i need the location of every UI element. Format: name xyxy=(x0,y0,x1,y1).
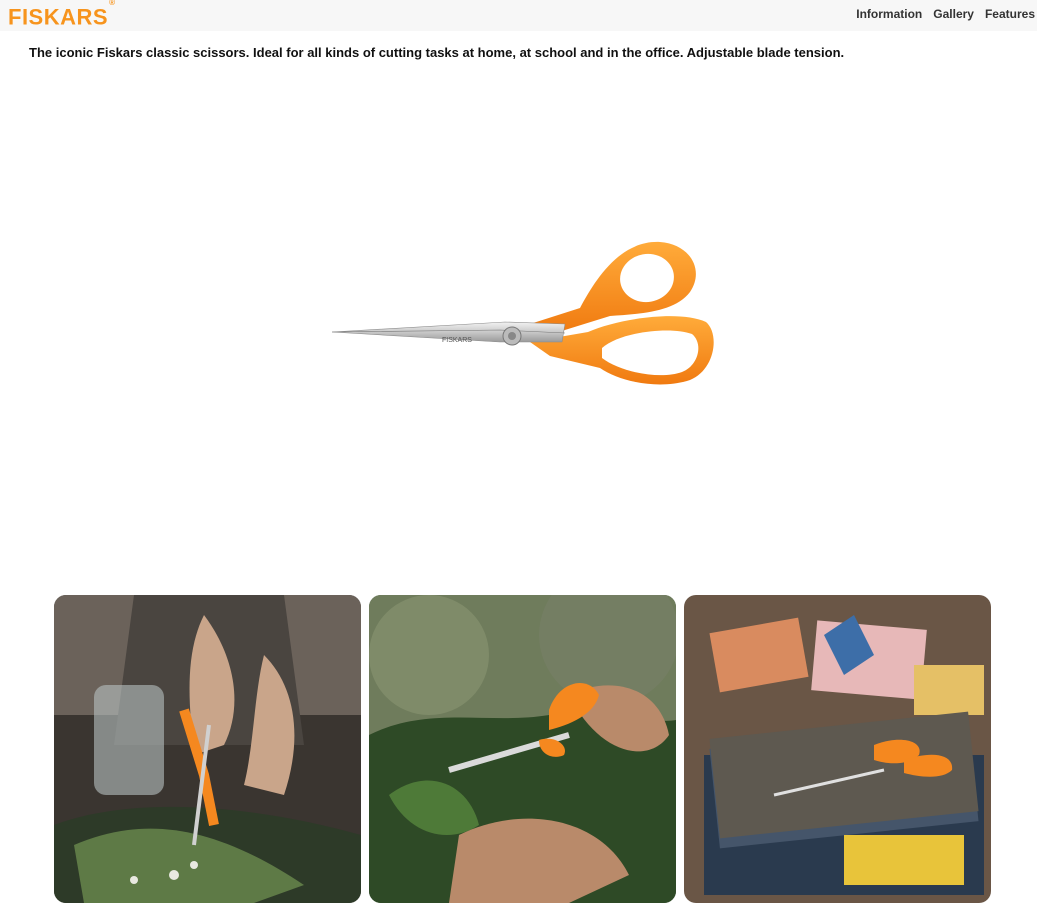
blade-imprint: FISKARS xyxy=(442,337,472,344)
product-image: FISKARS xyxy=(320,230,730,400)
registered-mark: ® xyxy=(109,0,116,7)
top-bar: FISKARS® Information Gallery Features xyxy=(0,0,1037,31)
gallery-image-florist[interactable] xyxy=(54,595,361,903)
nav-features-link[interactable]: Features xyxy=(985,6,1035,22)
brand-logo[interactable]: FISKARS® xyxy=(8,0,116,30)
brand-name: FISKARS xyxy=(8,4,109,30)
product-description: The iconic Fiskars classic scissors. Ide… xyxy=(29,45,845,60)
gallery-image-garden[interactable] xyxy=(369,595,676,903)
main-nav: Information Gallery Features xyxy=(856,6,1037,22)
gallery-image-craft-desk[interactable] xyxy=(684,595,991,903)
nav-gallery-link[interactable]: Gallery xyxy=(933,6,974,22)
nav-information-link[interactable]: Information xyxy=(856,6,922,22)
